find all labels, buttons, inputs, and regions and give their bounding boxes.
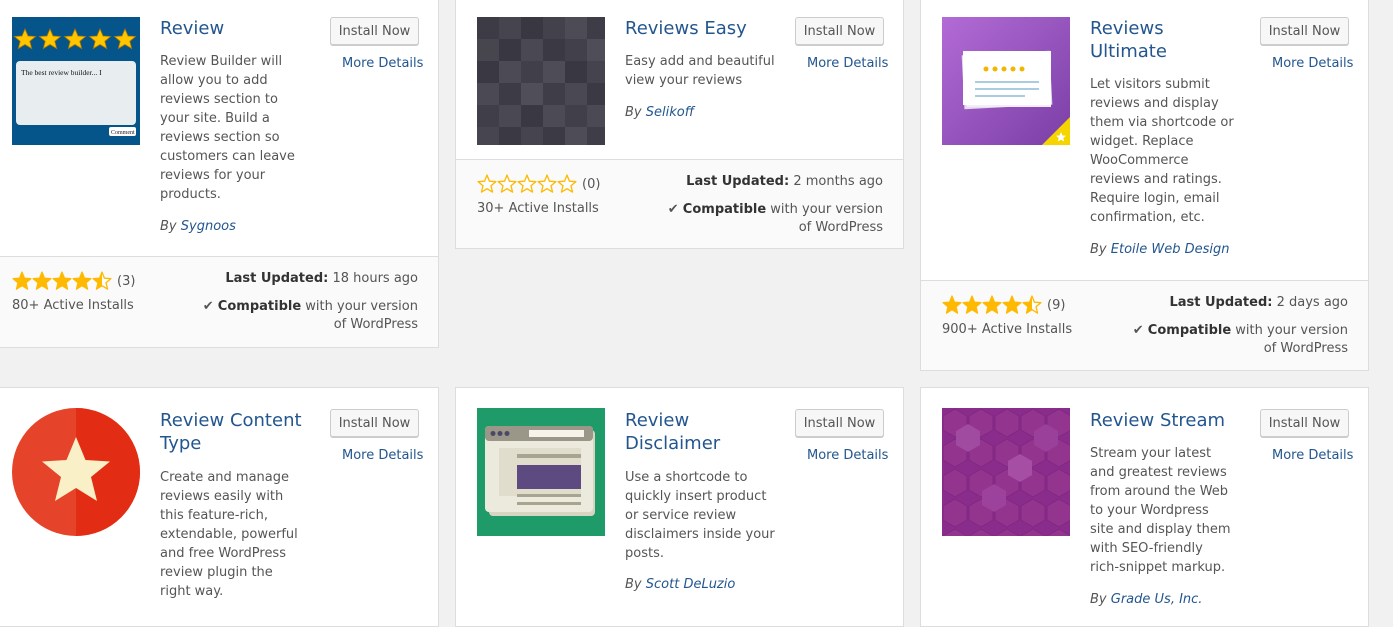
rating-count: (9)	[1047, 297, 1066, 313]
plugin-name-review-content-type[interactable]: Review Content Type	[160, 409, 310, 455]
plugin-name-review-disclaimer[interactable]: Review Disclaimer	[625, 409, 735, 455]
star-full-icon	[1002, 295, 1022, 314]
more-details-link[interactable]: More Details	[1272, 56, 1353, 71]
author-link[interactable]: Selikoff	[646, 105, 694, 120]
plugin-description: Review Builder will allow you to add rev…	[160, 54, 295, 202]
plugin-card-review: The best review builder... I Comment Rev…	[0, 0, 439, 348]
plugin-card-review-stream: Review Stream Stream your latest and gre…	[920, 387, 1369, 627]
star-full-icon	[52, 271, 72, 290]
rating-count: (3)	[117, 273, 136, 289]
plugin-thumbnail-reviews-easy[interactable]	[477, 17, 605, 145]
star-full-icon	[942, 295, 962, 314]
star-empty-icon	[497, 174, 517, 193]
plugin-description: Let visitors submit reviews and display …	[1090, 77, 1234, 225]
star-empty-icon	[557, 174, 577, 193]
last-updated: Last Updated: 18 hours ago	[225, 271, 418, 286]
plugin-name-reviews-ultimate[interactable]: Reviews Ultimate	[1090, 17, 1200, 63]
plugin-card-review-disclaimer: Review Disclaimer Use a shortcode to qui…	[455, 387, 904, 627]
last-updated: Last Updated: 2 months ago	[686, 174, 883, 189]
active-installs: 30+ Active Installs	[477, 201, 599, 216]
plugin-description: Use a shortcode to quickly insert produc…	[625, 470, 775, 561]
compatibility-note: ✔ Compatible with your version of WordPr…	[202, 299, 418, 332]
thumbnail-comment-label: Comment	[111, 130, 135, 136]
plugin-description: Stream your latest and greatest reviews …	[1090, 446, 1231, 575]
plugin-author: By Scott DeLuzio	[625, 577, 736, 592]
star-half-icon	[1022, 295, 1042, 314]
install-now-button[interactable]: Install Now	[330, 17, 419, 45]
install-now-button[interactable]: Install Now	[1260, 409, 1349, 437]
more-details-link[interactable]: More Details	[342, 448, 423, 463]
plugin-card-footer: (3) 80+ Active Installs Last Updated: 18…	[0, 256, 438, 347]
plugin-thumbnail-reviews-ultimate[interactable]	[942, 17, 1070, 145]
plugin-description: Easy add and beautiful view your reviews	[625, 54, 775, 88]
checkmark-icon: ✔	[1132, 323, 1144, 338]
author-link[interactable]: Etoile Web Design	[1111, 242, 1230, 257]
plugin-author: By Selikoff	[625, 105, 695, 120]
install-now-button[interactable]: Install Now	[1260, 17, 1349, 45]
star-full-icon	[982, 295, 1002, 314]
more-details-link[interactable]: More Details	[807, 56, 888, 71]
star-empty-icon	[517, 174, 537, 193]
plugin-card-review-content-type: Review Content Type Create and manage re…	[0, 387, 439, 627]
star-rating: (9)	[942, 295, 1065, 315]
star-full-icon	[12, 271, 32, 290]
plugin-name-review-stream[interactable]: Review Stream	[1090, 409, 1225, 432]
active-installs: 900+ Active Installs	[942, 322, 1073, 337]
star-rating: (3)	[12, 271, 135, 291]
checkmark-icon: ✔	[667, 202, 679, 217]
plugin-thumbnail-review-content-type[interactable]	[12, 408, 140, 536]
plugin-description: Create and manage reviews easily with th…	[160, 470, 298, 599]
install-now-button[interactable]: Install Now	[795, 409, 884, 437]
more-details-link[interactable]: More Details	[807, 448, 888, 463]
star-rating: (0)	[477, 174, 600, 194]
compatibility-note: ✔ Compatible with your version of WordPr…	[1132, 323, 1348, 356]
install-now-button[interactable]: Install Now	[795, 17, 884, 45]
more-details-link[interactable]: More Details	[1272, 448, 1353, 463]
plugin-name-reviews-easy[interactable]: Reviews Easy	[625, 17, 747, 40]
compatibility-note: ✔ Compatible with your version of WordPr…	[667, 202, 883, 235]
last-updated: Last Updated: 2 days ago	[1169, 295, 1348, 310]
plugin-author: By Sygnoos	[160, 219, 236, 234]
author-link[interactable]: Grade Us, Inc.	[1111, 592, 1203, 607]
plugin-thumbnail-review-stream[interactable]	[942, 408, 1070, 536]
author-link[interactable]: Scott DeLuzio	[646, 577, 736, 592]
plugin-card-reviews-easy: Reviews Easy Easy add and beautiful view…	[455, 0, 904, 249]
plugin-card-reviews-ultimate: Reviews Ultimate Let visitors submit rev…	[920, 0, 1369, 371]
star-half-icon	[92, 271, 112, 290]
checkmark-icon: ✔	[202, 299, 214, 314]
plugin-author: By Grade Us, Inc.	[1090, 592, 1203, 607]
star-full-icon	[32, 271, 52, 290]
star-empty-icon	[537, 174, 557, 193]
more-details-link[interactable]: More Details	[342, 56, 423, 71]
rating-count: (0)	[582, 176, 601, 192]
plugin-card-footer: (0) 30+ Active Installs Last Updated: 2 …	[456, 159, 903, 248]
plugin-card-footer: (9) 900+ Active Installs Last Updated: 2…	[921, 280, 1368, 370]
install-now-button[interactable]: Install Now	[330, 409, 419, 437]
star-full-icon	[72, 271, 92, 290]
star-empty-icon	[477, 174, 497, 193]
thumbnail-caption: The best review builder... I	[21, 68, 102, 77]
author-link[interactable]: Sygnoos	[181, 219, 236, 234]
plugin-name-review[interactable]: Review	[160, 17, 224, 40]
plugin-author: By Etoile Web Design	[1090, 242, 1230, 257]
plugin-thumbnail-review[interactable]: The best review builder... I Comment	[12, 17, 140, 145]
plugin-thumbnail-review-disclaimer[interactable]	[477, 408, 605, 536]
active-installs: 80+ Active Installs	[12, 298, 134, 313]
star-full-icon	[962, 295, 982, 314]
